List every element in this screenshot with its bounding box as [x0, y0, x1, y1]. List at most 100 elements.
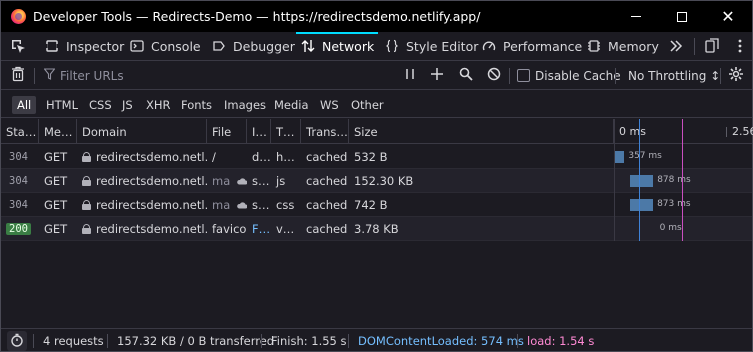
- toolbar-divider: [509, 68, 510, 84]
- domain-cell: redirectsdemo.netl…: [77, 217, 207, 241]
- plus-icon: [431, 68, 443, 83]
- waterfall-start-label: 0 ms: [619, 125, 646, 138]
- minimize-button[interactable]: [613, 1, 659, 32]
- column-file[interactable]: File: [207, 119, 247, 144]
- filter-urls-input[interactable]: Filter URLs: [43, 61, 124, 90]
- element-picker-button[interactable]: [10, 32, 32, 60]
- column-size[interactable]: Size: [349, 119, 614, 144]
- debugger-icon: [211, 38, 227, 54]
- file-cell: ma: [207, 193, 247, 217]
- column-domain[interactable]: Domain: [77, 119, 207, 144]
- initiator-link[interactable]: F…: [247, 217, 271, 241]
- timing-label: 878 ms: [657, 175, 691, 185]
- status-divider: [107, 334, 108, 348]
- devtools-window: Developer Tools — Redirects-Demo — https…: [0, 0, 753, 352]
- maximize-icon: [677, 11, 687, 22]
- type-cell: js: [276, 174, 286, 188]
- tab-console-label: Console: [151, 38, 201, 54]
- tab-performance-label: Performance: [503, 38, 583, 54]
- tab-debugger-label: Debugger: [233, 38, 295, 54]
- column-waterfall[interactable]: 0 ms 2.56: [614, 119, 753, 144]
- style-editor-icon: [384, 38, 400, 54]
- filter-js[interactable]: JS: [117, 96, 138, 114]
- filter-images[interactable]: Images: [219, 96, 271, 114]
- maximize-button[interactable]: [659, 1, 705, 32]
- transfer-summary: 157.32 KB / 0 B transferred: [117, 334, 275, 348]
- column-initiator[interactable]: I…: [247, 119, 271, 144]
- minimize-icon: [631, 16, 641, 17]
- domcontentloaded-marker: [639, 119, 640, 241]
- close-icon: ✕: [721, 6, 735, 26]
- tab-inspector[interactable]: Inspector: [44, 32, 124, 60]
- filter-fonts[interactable]: Fonts: [176, 96, 217, 114]
- performance-icon: [481, 38, 497, 54]
- performance-analysis-button[interactable]: [7, 331, 27, 351]
- checkbox-box[interactable]: [517, 69, 530, 82]
- request-blocking-button[interactable]: [487, 61, 501, 90]
- filter-other[interactable]: Other: [346, 96, 389, 114]
- search-button[interactable]: [459, 61, 473, 90]
- timing-label: 0 ms: [659, 223, 682, 233]
- devtools-menu-button[interactable]: [732, 32, 753, 60]
- filter-html[interactable]: HTML: [41, 96, 83, 114]
- new-request-button[interactable]: [431, 61, 443, 90]
- tab-style-editor[interactable]: Style Editor: [384, 32, 478, 60]
- network-toolbar: Filter URLs Disable Cache No Throttling …: [1, 61, 752, 90]
- timing-bar: [630, 175, 654, 187]
- initiator-cell: d…: [252, 150, 271, 164]
- filter-all[interactable]: All: [12, 96, 37, 114]
- throttling-select[interactable]: No Throttling ↕: [628, 61, 720, 90]
- domain-text: redirectsdemo.netl…: [96, 150, 207, 164]
- tab-memory[interactable]: Memory: [586, 32, 659, 60]
- memory-icon: [586, 38, 602, 54]
- dock-options-button[interactable]: [704, 32, 726, 60]
- search-icon: [459, 67, 473, 84]
- gear-icon: [728, 66, 744, 85]
- waterfall-cell: 357 ms: [614, 145, 752, 169]
- status-cell: 200: [1, 217, 39, 241]
- filter-ws[interactable]: WS: [315, 96, 344, 114]
- column-method[interactable]: Me…: [39, 119, 77, 144]
- transferred-cell: cached: [306, 174, 348, 188]
- toolbar-divider: [34, 68, 35, 84]
- filter-icon: [43, 68, 56, 83]
- network-icon: [300, 38, 316, 54]
- status-cell: 304: [1, 145, 39, 169]
- tab-performance[interactable]: Performance: [481, 32, 582, 60]
- disable-cache-checkbox[interactable]: Disable Cache: [517, 61, 621, 90]
- file-text: ma: [212, 174, 231, 188]
- timing-bar: [630, 199, 654, 211]
- method-cell: GET: [44, 174, 68, 188]
- filter-xhr[interactable]: XHR: [141, 96, 176, 114]
- file-cell: favicon: [212, 222, 247, 236]
- domain-cell: redirectsdemo.netl…: [77, 193, 207, 217]
- waterfall-cell: 0 ms: [614, 217, 752, 241]
- filter-media[interactable]: Media: [269, 96, 314, 114]
- column-transferred[interactable]: Trans…: [301, 119, 349, 144]
- disable-cache-label: Disable Cache: [535, 68, 621, 83]
- tab-network[interactable]: Network: [295, 32, 379, 60]
- tab-inspector-label: Inspector: [66, 38, 125, 54]
- request-type-filters: All HTML CSS JS XHR Fonts Images Media W…: [1, 91, 752, 118]
- status-divider: [348, 334, 349, 348]
- tab-debugger[interactable]: Debugger: [211, 32, 295, 60]
- window-title: Developer Tools — Redirects-Demo — https…: [33, 9, 481, 24]
- size-cell: 532 B: [354, 150, 388, 164]
- column-status[interactable]: Sta…: [1, 119, 39, 144]
- tab-network-label: Network: [322, 38, 375, 54]
- status-cell: 304: [1, 193, 39, 217]
- tab-console[interactable]: Console: [129, 32, 201, 60]
- close-button[interactable]: ✕: [705, 1, 751, 32]
- toolbar-divider: [615, 68, 616, 84]
- clear-button[interactable]: [11, 61, 25, 90]
- column-type[interactable]: T…: [271, 119, 301, 144]
- pause-button[interactable]: [405, 61, 415, 90]
- block-icon: [487, 67, 501, 84]
- more-tabs-button[interactable]: [668, 32, 690, 60]
- dock-side-icon: [704, 38, 720, 54]
- pick-element-icon: [10, 38, 26, 54]
- firefox-logo-icon: [11, 9, 26, 24]
- network-settings-button[interactable]: [728, 61, 744, 90]
- status-divider: [517, 334, 518, 348]
- filter-css[interactable]: CSS: [84, 96, 117, 114]
